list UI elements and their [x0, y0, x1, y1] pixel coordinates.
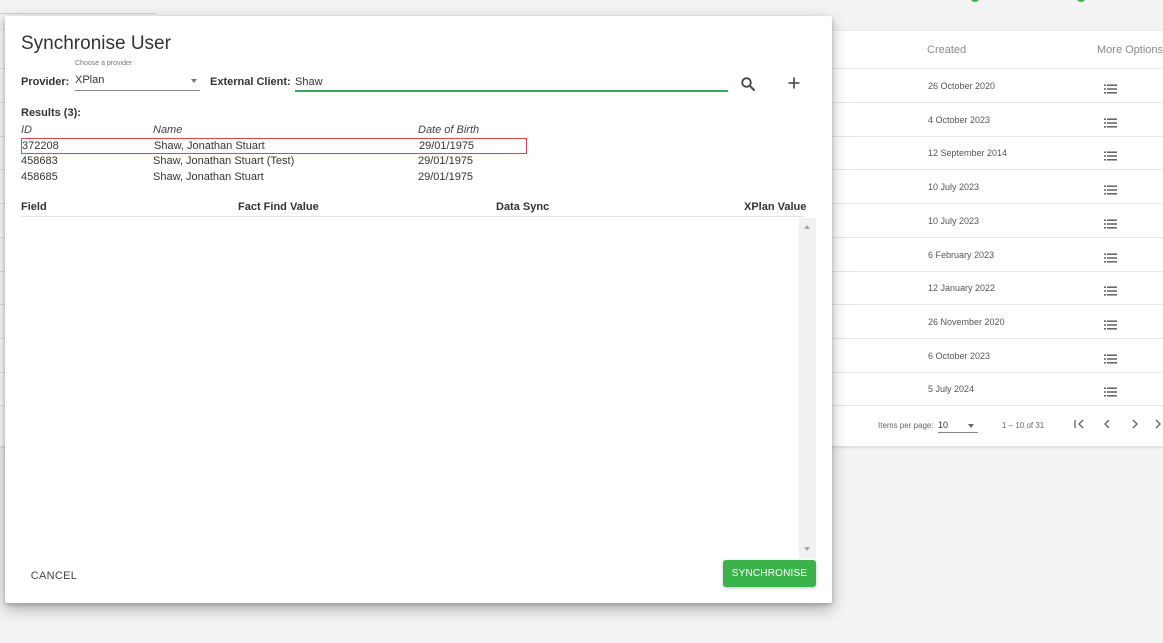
- background-tab-underline: [0, 13, 156, 14]
- result-dob: 29/01/1975: [418, 155, 474, 167]
- list-icon[interactable]: [1104, 148, 1117, 161]
- column-header-created[interactable]: Created: [927, 44, 966, 56]
- result-name: Shaw, Jonathan Stuart: [153, 171, 264, 183]
- row-created-date: 26 October 2020: [928, 81, 996, 91]
- items-per-page-value: 10: [938, 420, 949, 430]
- sync-header-field: Field: [21, 201, 47, 213]
- scroll-up-arrow-icon[interactable]: [804, 225, 810, 229]
- results-header-name: Name: [153, 124, 183, 136]
- status-dot-icon: [970, 0, 980, 2]
- external-client-input[interactable]: [295, 73, 728, 92]
- row-created-date: 12 September 2014: [928, 148, 1008, 159]
- result-dob: 29/01/1975: [418, 171, 474, 183]
- list-icon[interactable]: [1104, 216, 1117, 229]
- results-header-id: ID: [21, 124, 32, 136]
- result-name: Shaw, Jonathan Stuart (Test): [153, 155, 295, 167]
- chevron-left-icon[interactable]: [1100, 417, 1114, 431]
- list-icon[interactable]: [1104, 317, 1117, 330]
- result-row[interactable]: 458683 Shaw, Jonathan Stuart (Test) 29/01/…: [21, 154, 527, 170]
- row-created-date: 12 January 2022: [928, 283, 996, 294]
- plus-icon[interactable]: [785, 74, 803, 92]
- scroll-down-arrow-icon[interactable]: [804, 547, 810, 551]
- paginator-range: 1 – 10 of 31: [1002, 421, 1045, 430]
- list-icon[interactable]: [1104, 250, 1117, 262]
- result-row-selected[interactable]: 372208 Shaw, Jonathan Stuart 29/01/1975: [21, 138, 527, 154]
- row-created-date: 26 November 2020: [928, 316, 1005, 327]
- row-created-date: 10 July 2023: [928, 182, 980, 193]
- row-created-date: 6 February 2023: [928, 249, 995, 260]
- dropdown-arrow-icon: [191, 79, 197, 83]
- synchronise-button[interactable]: SYNCHRONISE: [723, 560, 816, 587]
- sync-header-xplan-value: XPlan Value: [744, 201, 807, 213]
- results-count-label: Results (3):: [21, 107, 81, 119]
- last-page-icon[interactable]: [1151, 417, 1163, 431]
- column-header-more-options: More Options: [1097, 44, 1163, 56]
- row-created-date: 5 July 2024: [928, 384, 975, 395]
- dialog-title: Synchronise User: [21, 33, 171, 54]
- provider-label: Provider:: [21, 76, 70, 88]
- sync-header-fact-find-value: Fact Find Value: [238, 201, 319, 213]
- result-dob: 29/01/1975: [419, 140, 475, 152]
- scrollbar[interactable]: [799, 218, 816, 558]
- row-created-date: 10 July 2023: [928, 215, 980, 226]
- list-icon[interactable]: [1104, 283, 1117, 296]
- chevron-right-icon[interactable]: [1128, 417, 1142, 431]
- search-icon[interactable]: [740, 76, 756, 92]
- sync-header-data-sync: Data Sync: [496, 201, 550, 213]
- status-dot-icon: [1076, 0, 1086, 2]
- row-created-date: 6 October 2023: [928, 350, 991, 361]
- first-page-icon[interactable]: [1072, 417, 1086, 431]
- external-client-label: External Client:: [210, 76, 291, 88]
- list-icon[interactable]: [1104, 115, 1117, 128]
- cancel-button[interactable]: CANCEL: [21, 564, 87, 588]
- provider-hint: Choose a provider: [75, 60, 133, 67]
- provider-selected-value: XPlan: [75, 74, 105, 86]
- list-icon[interactable]: [1104, 182, 1117, 195]
- result-id: 372208: [22, 140, 59, 152]
- result-id: 458683: [21, 155, 58, 167]
- synchronise-user-dialog: Synchronise User Provider: Choose a prov…: [5, 16, 832, 603]
- background-top-bar: [0, 0, 1163, 14]
- list-icon[interactable]: [1104, 81, 1117, 94]
- list-icon[interactable]: [1104, 384, 1117, 397]
- results-header-dob: Date of Birth: [418, 124, 480, 136]
- row-created-date: 4 October 2023: [928, 114, 991, 125]
- result-row[interactable]: 458685 Shaw, Jonathan Stuart 29/01/1975: [21, 170, 527, 186]
- items-per-page-label: Items per page:: [878, 421, 934, 430]
- sync-table-header: Field Fact Find Value Data Sync XPlan Va…: [21, 200, 807, 217]
- list-icon[interactable]: [1104, 351, 1117, 364]
- provider-select[interactable]: XPlan: [75, 74, 200, 91]
- result-id: 458685: [21, 171, 58, 183]
- sync-table-body: [21, 218, 816, 558]
- result-name: Shaw, Jonathan Stuart: [154, 140, 265, 152]
- dropdown-arrow-icon: [968, 424, 974, 428]
- items-per-page-select[interactable]: 10: [938, 416, 978, 433]
